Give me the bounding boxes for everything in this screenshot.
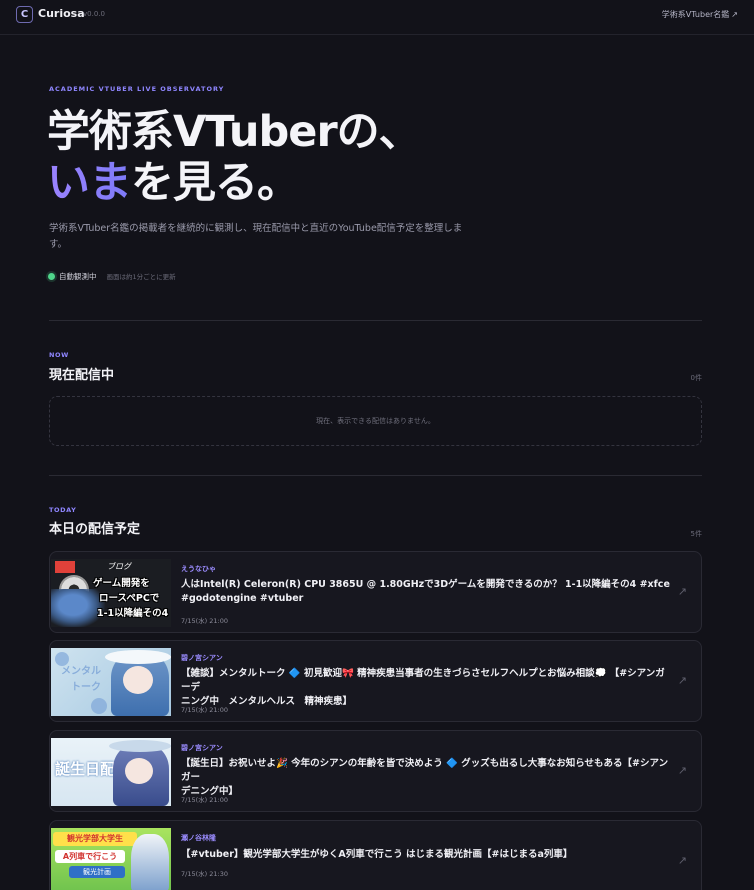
hero-title-rest: を見る。	[131, 158, 300, 208]
observation-status: 自動観測中 画面は約1分ごとに更新	[48, 270, 176, 282]
stream-title[interactable]: 人はIntel(R) Celeron(R) CPU 3865U @ 1.80GH…	[181, 578, 671, 606]
schedule-card[interactable]: メンタル トーク 碧ノ宮シアン 【雑談】メンタルトーク 🔷 初見歓迎🎀 精神疾患…	[49, 640, 702, 722]
stream-time: 7/15(水) 21:00	[181, 796, 228, 804]
divider	[49, 320, 702, 321]
thumbnail-text: ゲーム開発を	[93, 578, 150, 589]
stream-title-line: 人はIntel(R) Celeron(R) CPU 3865U @ 1.80GH…	[181, 579, 670, 590]
thumbnail-text: A列車で行こう	[55, 850, 125, 863]
hero-description: 学術系VTuber名鑑の掲載者を継続的に観測し、現在配信中と直近のYouTube…	[49, 223, 463, 250]
hero-eyebrow: ACADEMIC VTUBER LIVE OBSERVATORY	[49, 85, 225, 93]
thumbnail-hat	[105, 650, 171, 664]
app-version: v0.0.0	[83, 10, 105, 18]
thumbnail-face	[125, 758, 153, 784]
status-note: 画面は約1分ごとに更新	[106, 273, 176, 281]
directory-link[interactable]: 学術系VTuber名鑑 ↗	[662, 9, 738, 20]
hero-title-accent: いま	[47, 158, 132, 208]
channel-name[interactable]: 瀬ノ谷林隆	[181, 833, 216, 843]
schedule-card[interactable]: 観光学部大学生 A列車で行こう 観光計画 瀬ノ谷林隆 【#vtuber】観光学部…	[49, 820, 702, 890]
hero-title-line2: いまを見る。	[47, 157, 300, 209]
thumbnail-character	[131, 834, 169, 890]
stream-title-line: 【雑談】メンタルトーク 🔷 初見歓迎🎀 精神疾患当事者の生きづらさセルフヘルプと…	[181, 668, 665, 693]
external-link-icon: ↗	[731, 10, 738, 19]
external-link-icon[interactable]: ↗	[678, 674, 687, 687]
divider	[49, 475, 702, 476]
status-label: 自動観測中	[59, 271, 97, 281]
stream-title[interactable]: 【誕生日】お祝いせよ🎉 今年のシアンの年齢を皆で決めよう 🔷 グッズも出るし大事…	[181, 757, 671, 799]
schedule-card[interactable]: ブログ ゲーム開発を ロースペPCで 1-1以降編その4 えうなひゃ 人はInt…	[49, 551, 702, 633]
now-section-title: 現在配信中	[49, 368, 115, 383]
today-section-tag: TODAY	[49, 506, 77, 514]
stream-time: 7/15(水) 21:30	[181, 870, 228, 878]
channel-name[interactable]: 碧ノ宮シアン	[181, 743, 223, 753]
stream-thumbnail: 観光学部大学生 A列車で行こう 観光計画	[51, 828, 171, 890]
stream-title-line: デニング中】	[181, 786, 239, 797]
status-dot-icon	[48, 272, 55, 280]
stream-thumbnail: メンタル トーク	[51, 648, 171, 716]
now-section-tag: NOW	[49, 351, 69, 359]
thumbnail-label: ブログ	[107, 562, 131, 571]
stream-title[interactable]: 【#vtuber】観光学部大学生がゆくA列車で行こう はじまる観光計画【#はじま…	[181, 848, 671, 862]
directory-link-label: 学術系VTuber名鑑	[661, 10, 730, 19]
thumbnail-text: メンタル	[61, 666, 101, 677]
today-section-count: 5件	[690, 530, 702, 538]
now-empty-state: 現在、表示できる配信はありません。	[49, 396, 702, 446]
top-bar: C Curiosa v0.0.0 学術系VTuber名鑑 ↗	[0, 0, 754, 35]
today-section-title: 本日の配信予定	[49, 522, 141, 537]
thumbnail-hat	[109, 740, 171, 752]
thumbnail-text: ロースペPCで	[99, 593, 160, 604]
external-link-icon[interactable]: ↗	[678, 764, 687, 777]
stream-title-line: 【#vtuber】観光学部大学生がゆくA列車で行こう はじまる観光計画【#はじま…	[181, 849, 573, 860]
schedule-card[interactable]: 誕生日配信 碧ノ宮シアン 【誕生日】お祝いせよ🎉 今年のシアンの年齢を皆で決めよ…	[49, 730, 702, 812]
stream-time: 7/15(水) 21:00	[181, 706, 228, 714]
stream-thumbnail: 誕生日配信	[51, 738, 171, 806]
stream-title-line: 【誕生日】お祝いせよ🎉 今年のシアンの年齢を皆で決めよう 🔷 グッズも出るし大事…	[181, 758, 669, 783]
thumbnail-face	[123, 666, 153, 694]
stream-title-line: ニング中 メンタルヘルス 精神疾患】	[181, 696, 353, 707]
external-link-icon[interactable]: ↗	[678, 854, 687, 867]
channel-name[interactable]: えうなひゃ	[181, 564, 216, 574]
stream-title-line: #godotengine #vtuber	[181, 593, 304, 604]
logo-icon[interactable]: C	[16, 6, 33, 23]
channel-name[interactable]: 碧ノ宮シアン	[181, 653, 223, 663]
thumbnail-text: 観光学部大学生	[53, 832, 137, 846]
now-section-count: 0件	[690, 374, 702, 382]
external-link-icon[interactable]: ↗	[678, 585, 687, 598]
stream-title[interactable]: 【雑談】メンタルトーク 🔷 初見歓迎🎀 精神疾患当事者の生きづらさセルフヘルプと…	[181, 667, 671, 709]
thumbnail-text: 1-1以降編その4	[97, 608, 169, 619]
hero-title-line1: 学術系VTuberの、	[47, 107, 422, 157]
thumbnail-badge	[55, 561, 75, 573]
stream-time: 7/15(水) 21:00	[181, 617, 228, 625]
thumbnail-flower	[91, 698, 107, 714]
stream-thumbnail: ブログ ゲーム開発を ロースペPCで 1-1以降編その4	[51, 559, 171, 627]
thumbnail-text: 観光計画	[69, 866, 125, 878]
thumbnail-text: トーク	[71, 682, 101, 693]
empty-message: 現在、表示できる配信はありません。	[316, 417, 435, 425]
app-name[interactable]: Curiosa	[38, 7, 85, 20]
